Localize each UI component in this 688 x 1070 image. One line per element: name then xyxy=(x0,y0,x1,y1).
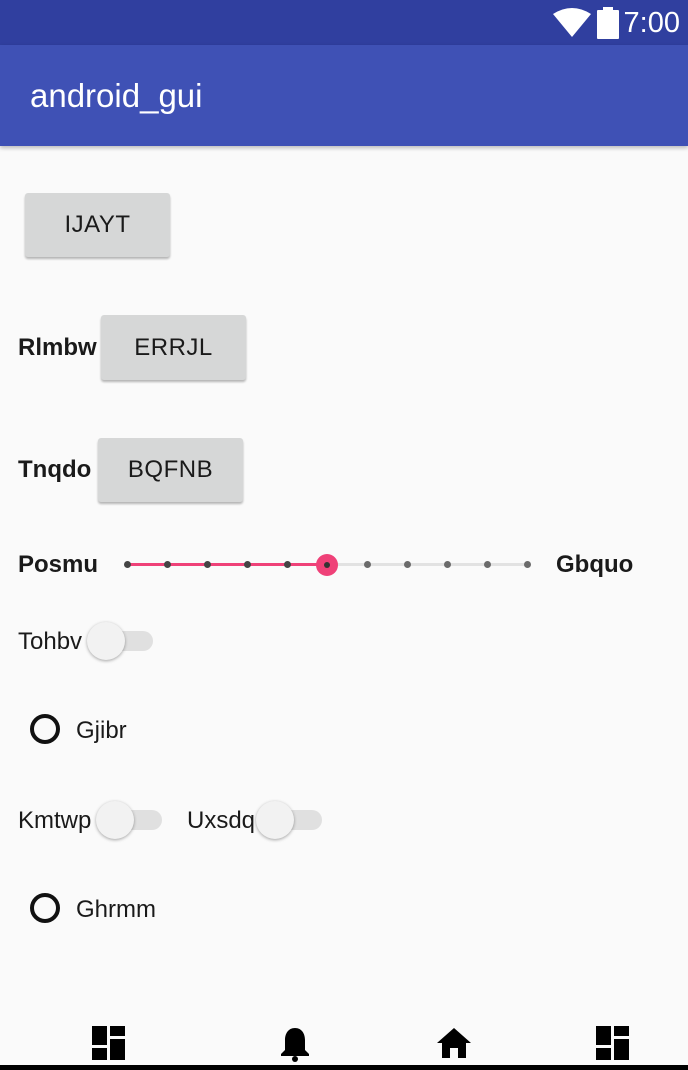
seekbar-tick xyxy=(164,561,171,568)
home-icon[interactable] xyxy=(436,1026,472,1060)
nav-divider xyxy=(0,1065,688,1070)
app-title: android_gui xyxy=(30,77,203,114)
ghrmm-label[interactable]: Ghrmm xyxy=(76,896,156,924)
kmtwp-switch[interactable] xyxy=(96,800,162,840)
seekbar-tick xyxy=(204,561,211,568)
seekbar-tick xyxy=(444,561,451,568)
seekbar-progress xyxy=(127,563,327,566)
bell-icon[interactable] xyxy=(280,1026,310,1062)
status-bar: 7:00 xyxy=(0,0,688,45)
dashboard-icon[interactable] xyxy=(92,1026,125,1060)
tohbv-label: Tohbv xyxy=(18,628,83,655)
tohbv-switch[interactable] xyxy=(87,621,153,661)
seekbar-tick xyxy=(124,561,131,568)
uxsdq-switch[interactable] xyxy=(256,800,322,840)
seekbar-tick xyxy=(404,561,411,568)
gjibr-label[interactable]: Gjibr xyxy=(76,717,127,745)
battery-icon xyxy=(597,7,619,39)
kmtwp-label: Kmtwp xyxy=(18,807,92,834)
status-time: 7:00 xyxy=(623,7,680,39)
bqfnb-button[interactable]: BQFNB xyxy=(98,438,243,502)
seekbar-thumb[interactable] xyxy=(316,554,338,576)
discrete-seekbar[interactable] xyxy=(124,554,531,576)
rlmbw-label: Rlmbw xyxy=(18,334,97,361)
gbquo-label: Gbquo xyxy=(556,551,634,578)
seekbar-tick xyxy=(524,561,531,568)
dashboard-icon[interactable] xyxy=(596,1026,629,1060)
ghrmm-radio[interactable] xyxy=(30,893,60,923)
seekbar-thumb-tick xyxy=(324,562,330,568)
seekbar-tick xyxy=(364,561,371,568)
tnqdo-label: Tnqdo xyxy=(18,456,92,483)
gjibr-radio[interactable] xyxy=(30,714,60,744)
seekbar-tick xyxy=(484,561,491,568)
wifi-icon xyxy=(553,8,591,37)
app-bar: android_gui xyxy=(0,45,688,146)
switch-thumb xyxy=(96,801,134,839)
seekbar-tick xyxy=(284,561,291,568)
seekbar-tick xyxy=(244,561,251,568)
errjl-button[interactable]: ERRJL xyxy=(101,315,246,380)
switch-thumb xyxy=(256,801,294,839)
ijayt-button[interactable]: IJAYT xyxy=(25,193,170,257)
uxsdq-label: Uxsdq xyxy=(187,807,256,834)
switch-thumb xyxy=(87,622,125,660)
posmu-label: Posmu xyxy=(18,551,99,578)
